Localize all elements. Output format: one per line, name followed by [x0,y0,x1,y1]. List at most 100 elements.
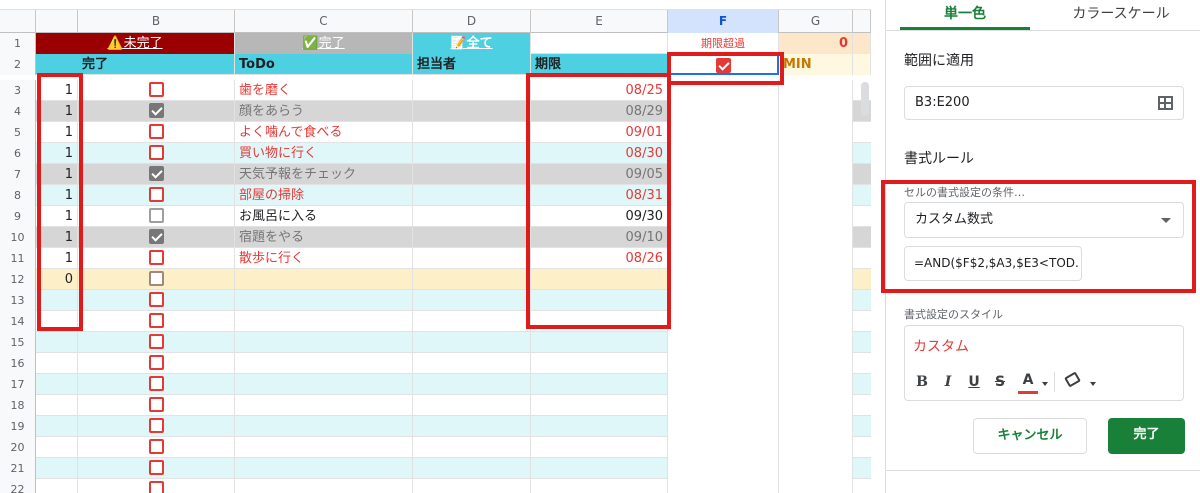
checkbox-cell[interactable] [78,290,235,311]
cell-h1[interactable] [853,33,871,54]
cell-g[interactable] [779,101,853,122]
column-header-e[interactable]: E [531,10,668,33]
owner-cell[interactable] [413,395,531,416]
checkbox-cell[interactable] [78,458,235,479]
grid-select-icon[interactable] [1158,96,1173,110]
checkbox-cell[interactable] [78,332,235,353]
task-name-cell[interactable] [235,374,413,395]
cell-f[interactable] [668,374,779,395]
row-header[interactable]: 7 [0,164,36,185]
due-date-cell[interactable]: 08/26 [531,248,668,269]
checkbox-cell[interactable] [78,101,235,122]
owner-cell[interactable] [413,269,531,290]
cell-g[interactable] [779,290,853,311]
cell-f[interactable] [668,122,779,143]
done-count-cell[interactable]: 1 [36,248,78,269]
task-name-cell[interactable] [235,479,413,493]
cell-h2[interactable] [853,54,871,75]
cell-f[interactable] [668,143,779,164]
owner-cell[interactable] [413,164,531,185]
filter-all-button[interactable]: 📝全て [413,33,531,54]
cell-f[interactable] [668,185,779,206]
owner-cell[interactable] [413,185,531,206]
cell-g[interactable] [779,374,853,395]
owner-cell[interactable] [413,206,531,227]
task-name-cell[interactable] [235,290,413,311]
cell-f[interactable] [668,458,779,479]
task-name-cell[interactable]: 宿題をやる [235,227,413,248]
done-count-cell[interactable]: 1 [36,185,78,206]
condition-select[interactable]: カスタム数式 [904,202,1184,238]
filter-incomplete-button[interactable]: ⚠️未完了 [36,33,235,54]
owner-cell[interactable] [413,101,531,122]
row-header[interactable]: 6 [0,143,36,164]
due-date-cell[interactable] [531,374,668,395]
row-header[interactable]: 2 [0,54,36,75]
owner-cell[interactable] [413,290,531,311]
header-todo[interactable]: ToDo [235,54,413,75]
row-header[interactable]: 10 [0,227,36,248]
task-checkbox[interactable] [148,292,164,307]
task-checkbox[interactable] [148,271,164,286]
row-header[interactable]: 20 [0,437,36,458]
row-header[interactable]: 18 [0,395,36,416]
task-checkbox[interactable] [148,166,164,181]
checkbox-cell[interactable] [78,164,235,185]
column-header-h[interactable] [853,10,871,33]
cell-f[interactable] [668,101,779,122]
cell-g[interactable] [779,395,853,416]
column-header-a[interactable] [36,10,78,33]
row-header[interactable]: 13 [0,290,36,311]
task-checkbox[interactable] [148,334,164,349]
column-header-f[interactable]: F [668,10,779,33]
task-name-cell[interactable] [235,416,413,437]
checkbox-cell[interactable] [78,122,235,143]
done-button[interactable]: 完了 [1108,418,1185,454]
due-date-cell[interactable]: 08/30 [531,143,668,164]
done-count-cell[interactable]: 1 [36,122,78,143]
cell-g[interactable] [779,458,853,479]
due-date-cell[interactable]: 08/29 [531,101,668,122]
checkbox-cell[interactable] [78,395,235,416]
row-header[interactable]: 8 [0,185,36,206]
owner-cell[interactable] [413,311,531,332]
task-checkbox[interactable] [148,103,164,118]
overdue-label[interactable]: 期限超過 [668,33,779,54]
done-count-cell[interactable]: 0 [36,269,78,290]
cell-f[interactable] [668,80,779,101]
done-count-cell[interactable]: 1 [36,101,78,122]
cell-g[interactable] [779,332,853,353]
done-count-cell[interactable] [36,458,78,479]
done-count-cell[interactable] [36,395,78,416]
task-checkbox[interactable] [148,376,164,391]
cell-f[interactable] [668,332,779,353]
due-date-cell[interactable] [531,395,668,416]
due-date-cell[interactable] [531,458,668,479]
owner-cell[interactable] [413,332,531,353]
bold-button[interactable]: B [912,370,932,394]
header-due[interactable]: 期限 [531,54,668,75]
cell-f[interactable] [668,437,779,458]
task-name-cell[interactable] [235,437,413,458]
corner-cell[interactable] [0,10,36,33]
checkbox-cell[interactable] [78,185,235,206]
due-date-cell[interactable] [531,290,668,311]
due-date-cell[interactable] [531,311,668,332]
row-header[interactable]: 3 [0,80,36,101]
task-checkbox[interactable] [148,82,164,97]
cell-g1[interactable]: 0 [779,33,853,54]
cell-g[interactable] [779,122,853,143]
cell-g[interactable] [779,248,853,269]
row-header[interactable]: 17 [0,374,36,395]
task-name-cell[interactable]: 歯を磨く [235,80,413,101]
underline-button[interactable]: U [964,370,984,394]
due-date-cell[interactable] [531,437,668,458]
cell-f[interactable] [668,290,779,311]
task-checkbox[interactable] [148,187,164,202]
done-count-cell[interactable]: 1 [36,227,78,248]
task-name-cell[interactable]: よく噛んで食べる [235,122,413,143]
done-count-cell[interactable]: 1 [36,206,78,227]
strikethrough-button[interactable]: S [990,370,1010,394]
done-count-cell[interactable] [36,332,78,353]
row-header[interactable]: 22 [0,479,36,493]
